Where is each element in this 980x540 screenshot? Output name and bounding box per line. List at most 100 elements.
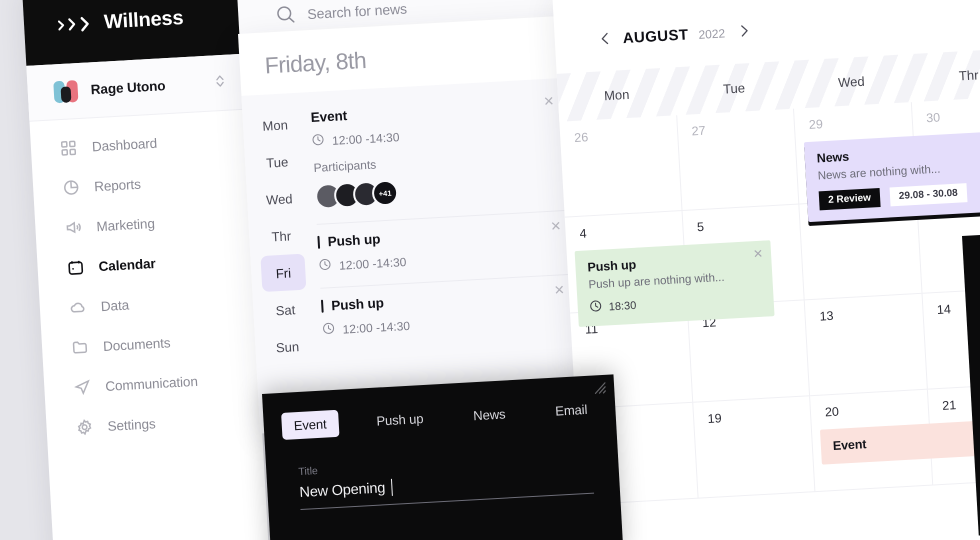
day-title-weekday: Friday,: [264, 48, 331, 79]
triple-chevron-icon: [57, 15, 94, 34]
sidebar-item-label: Data: [100, 297, 130, 314]
search-icon: [276, 5, 296, 25]
calendar-cell[interactable]: 13: [804, 293, 928, 397]
account-name: Rage Utono: [90, 78, 166, 98]
sidebar-item-label: Reports: [93, 176, 142, 194]
status-badge[interactable]: 2 Review: [818, 188, 881, 211]
calendar-grid: 26 27 29 ✕ News News are nothing with...…: [559, 95, 980, 540]
event-time-text: 12:00 -14:30: [342, 318, 411, 337]
event-title-text: Push up: [330, 295, 385, 314]
weekday-chip-mon[interactable]: Mon: [252, 106, 298, 144]
participants-overflow-count: +41: [371, 179, 399, 207]
calendar-year: 2022: [698, 25, 726, 42]
list-item[interactable]: ✕ Push up 12:00 -14:30: [320, 275, 571, 352]
close-icon[interactable]: ✕: [753, 247, 764, 262]
date-number: 26: [573, 130, 589, 145]
brand-name: Willness: [103, 6, 184, 33]
calendar-cell[interactable]: 26: [559, 115, 683, 218]
sidebar: Willness Rage Utono Dashboard Reports Ma…: [22, 0, 270, 540]
weekday-chip-wed[interactable]: Wed: [256, 180, 302, 218]
clock-icon: [319, 258, 340, 274]
tab-event[interactable]: Event: [281, 409, 340, 440]
event-color-bar: [317, 235, 321, 249]
event-card-time: 18:30: [589, 291, 762, 316]
date-number: 20: [824, 404, 840, 420]
event-color-bar: [320, 299, 324, 313]
date-number: 14: [936, 302, 952, 317]
account-switcher[interactable]: Rage Utono: [26, 53, 245, 122]
tab-news[interactable]: News: [461, 400, 519, 430]
day-detail-panel: Friday, 8th Mon Tue Wed Thr Fri Sat Sun …: [238, 15, 590, 434]
event-title: Push up: [317, 221, 565, 250]
sidebar-item-label: Dashboard: [91, 135, 158, 154]
event-time-text: 12:00 -14:30: [338, 254, 407, 273]
gear-icon: [74, 417, 94, 437]
chevron-right-icon[interactable]: [737, 24, 754, 40]
event-card-description: News are nothing with...: [817, 163, 941, 183]
date-number: 19: [707, 411, 722, 426]
megaphone-icon: [63, 218, 83, 238]
calendar-cell[interactable]: 4 ✕ Push up Push up are nothing with... …: [564, 211, 775, 328]
sidebar-nav: Dashboard Reports Marketing Calendar Dat…: [30, 118, 263, 450]
search-field[interactable]: Search for news: [276, 0, 408, 25]
create-event-modal: Event Push up News Email Title New Openi…: [262, 374, 624, 540]
list-item[interactable]: ✕ Event 12:00 -14:30 Participants +41: [309, 86, 565, 225]
event-title-text: Push up: [327, 231, 381, 250]
weekday-header-tue: Tue: [722, 79, 746, 97]
app-canvas: Willness Rage Utono Dashboard Reports Ma…: [0, 0, 980, 540]
event-time: 12:00 -14:30: [319, 245, 567, 274]
day-event-list: ✕ Event 12:00 -14:30 Participants +41 ✕ …: [305, 77, 589, 429]
weekday-chip-sat[interactable]: Sat: [262, 291, 308, 329]
page-title: Friday, 8th: [264, 47, 367, 80]
close-icon[interactable]: ✕: [553, 282, 565, 298]
event-time-text: 12:00 -14:30: [331, 129, 400, 148]
sidebar-item-label: Communication: [104, 373, 199, 394]
calendar-cell[interactable]: 29 ✕ News News are nothing with... 2 Rev…: [794, 102, 980, 223]
event-title: Push up: [320, 285, 569, 314]
grid-icon: [58, 138, 78, 158]
weekday-chip-sun[interactable]: Sun: [265, 328, 311, 366]
date-number: 5: [696, 219, 705, 235]
calendar-cell[interactable]: 19: [692, 396, 816, 499]
date-number: 4: [579, 226, 587, 241]
date-number: 21: [941, 398, 957, 413]
calendar-cell[interactable]: 20 ✕ Event: [810, 389, 980, 493]
calendar-month: AUGUST: [622, 26, 689, 48]
pie-chart-icon: [61, 178, 81, 198]
sidebar-item-label: Marketing: [95, 215, 156, 234]
date-number: 30: [925, 110, 941, 126]
event-time: 12:00 -14:30: [312, 120, 560, 149]
clock-icon: [322, 322, 343, 338]
participants-label: Participants: [313, 157, 377, 175]
sidebar-item-label: Documents: [102, 334, 171, 354]
close-icon[interactable]: ✕: [550, 218, 562, 234]
tab-pushup[interactable]: Push up: [364, 404, 436, 435]
calendar-header: AUGUST 2022: [596, 23, 753, 49]
event-card-pushup[interactable]: ✕ Push up Push up are nothing with... 18…: [574, 240, 775, 328]
clock-icon: [589, 299, 609, 315]
close-icon[interactable]: ✕: [543, 93, 555, 109]
sidebar-item-label: Calendar: [98, 255, 156, 274]
sidebar-item-label: Settings: [107, 415, 156, 434]
weekday-chip-tue[interactable]: Tue: [254, 143, 300, 181]
clock-icon: [312, 133, 333, 149]
event-card-news[interactable]: ✕ News News are nothing with... 2 Review…: [803, 131, 980, 223]
chevron-left-icon[interactable]: [596, 32, 613, 48]
weekday-header-thr: Thr: [958, 66, 979, 83]
calendar-cell[interactable]: 27: [676, 108, 800, 212]
event-card-description: Push up are nothing with...: [588, 271, 725, 292]
participants-avatars[interactable]: +41: [314, 170, 563, 210]
tab-email[interactable]: Email: [543, 395, 600, 425]
date-number: 29: [808, 117, 824, 132]
weekday-header-wed: Wed: [837, 73, 865, 90]
title-field-group: Title New Opening: [298, 450, 595, 511]
modal-tabs: Event Push up News Email: [281, 395, 600, 440]
event-time: 12:00 -14:30: [322, 309, 570, 338]
cloud-icon: [67, 297, 87, 317]
chevron-updown-icon[interactable]: [215, 74, 225, 91]
date-number: 27: [691, 123, 706, 139]
search-input[interactable]: Search for news: [307, 0, 407, 22]
weekday-chip-thr[interactable]: Thr: [258, 217, 304, 255]
weekday-chip-fri[interactable]: Fri: [260, 253, 307, 293]
calendar-icon: [65, 257, 85, 277]
